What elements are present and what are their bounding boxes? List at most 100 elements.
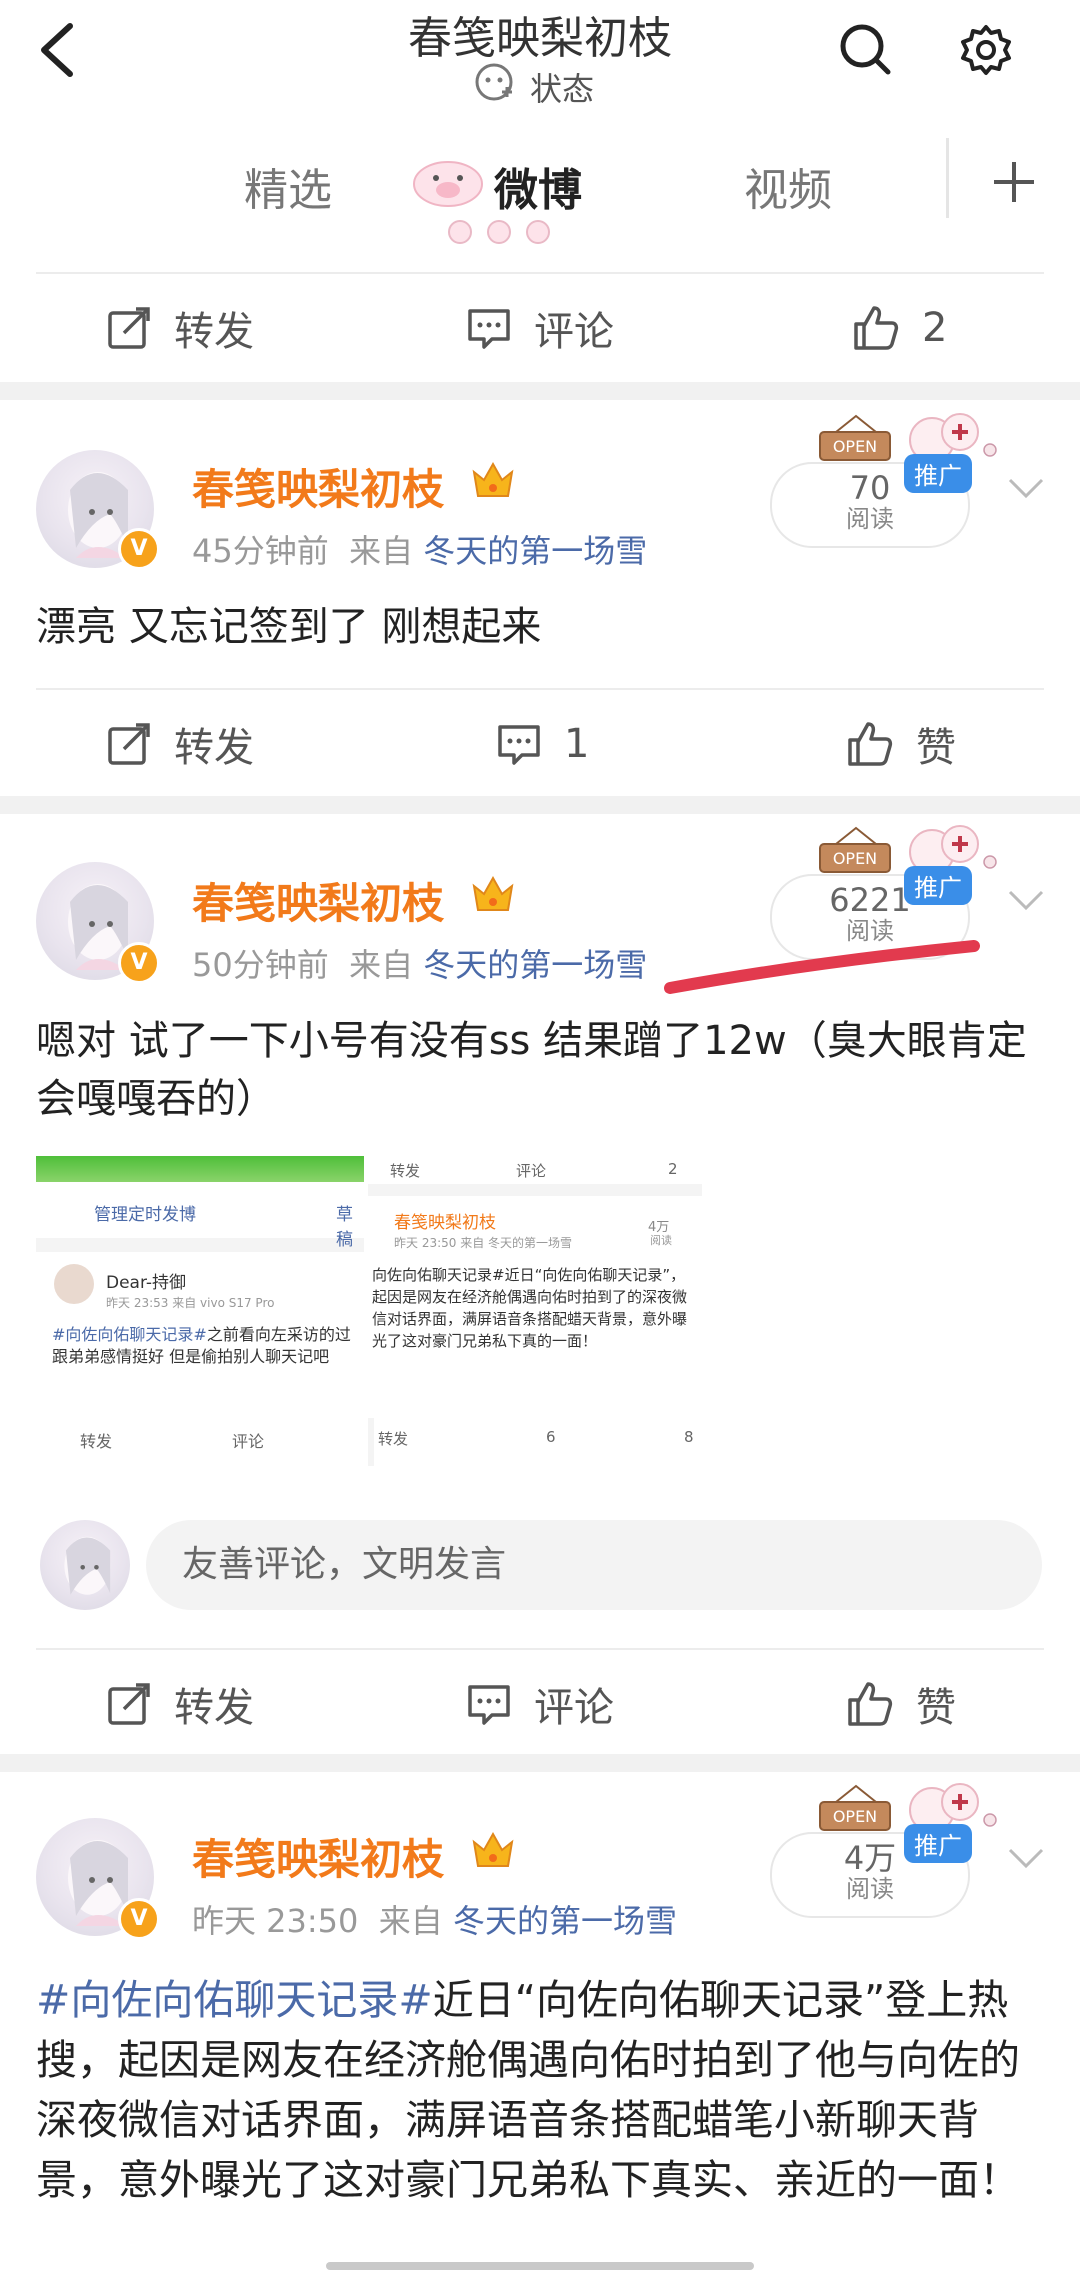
thumb-repost-2: 转发 xyxy=(378,1430,409,1448)
post-actions: 转发 评论 赞 xyxy=(0,1654,1080,1754)
post-actions-prev: 转发 评论 2 xyxy=(0,278,1080,378)
post-time: 昨天 23:50 xyxy=(192,1902,359,1940)
user-name[interactable]: 春笺映梨初枝 xyxy=(192,870,444,931)
post-image-2[interactable]: 转发 评论 2 春笺映梨初枝 昨天 23:50 来自 冬天的第一场雪 4万 阅读… xyxy=(368,1156,702,1466)
repost-label: 转发 xyxy=(174,1685,254,1731)
repost-button[interactable]: 转发 xyxy=(106,694,254,794)
thumb-top-strip xyxy=(36,1156,364,1182)
open-sign-sticker-icon: OPEN xyxy=(819,826,891,873)
like-label: 赞 xyxy=(916,1685,956,1731)
tab-featured[interactable]: 精选 xyxy=(244,154,332,218)
search-icon[interactable] xyxy=(838,22,894,78)
post-time: 50分钟前 xyxy=(192,946,329,984)
promote-badge[interactable]: 推广 xyxy=(904,454,972,493)
promote-badge[interactable]: 推广 xyxy=(904,1824,972,1863)
thumb-text: #向佐向佑聊天记录#之前看向左采访的过跟弟弟感情挺好 但是偷拍别人聊天记吧 xyxy=(52,1324,352,1368)
thumb-user-meta: 昨天 23:53 来自 vivo S17 Pro xyxy=(106,1296,275,1310)
section-separator xyxy=(0,796,1080,814)
comment-button[interactable]: 评论 xyxy=(466,278,614,378)
settings-gear-icon[interactable] xyxy=(958,22,1014,78)
thumb-name: 春笺映梨初枝 xyxy=(394,1213,496,1233)
thumb-topic: #向佐向佑聊天记录# xyxy=(52,1325,207,1344)
commenter-avatar xyxy=(40,1520,130,1610)
thumb-link-2: 草稿 xyxy=(336,1205,353,1250)
comment-input[interactable]: 友善评论，文明发言 xyxy=(146,1520,1042,1610)
post-actions: 转发 1 赞 xyxy=(0,694,1080,794)
tab-weibo[interactable]: 微博 xyxy=(494,154,582,218)
chevron-down-icon[interactable] xyxy=(1006,476,1046,502)
thumb-user: Dear-持御 xyxy=(106,1273,187,1293)
tab-indicator-dots-icon xyxy=(448,220,550,244)
thumb-comment: 评论 xyxy=(516,1162,547,1180)
thumb-bottom-row xyxy=(374,1418,702,1466)
like-button[interactable]: 赞 xyxy=(846,1654,956,1754)
post-meta: 昨天 23:50 来自 冬天的第一场雪 xyxy=(192,1896,677,1942)
post-text: 嗯对 试了一下小号有没有ss 结果蹭了12w（臭大眼肯定会嘎嘎吞的） xyxy=(36,1018,1027,1122)
repost-button[interactable]: 转发 xyxy=(106,278,254,378)
comment-count: 1 xyxy=(564,721,590,767)
repost-icon xyxy=(108,723,150,765)
repost-icon xyxy=(108,1683,150,1725)
user-name[interactable]: 春笺映梨初枝 xyxy=(192,456,444,517)
read-label: 阅读 xyxy=(846,505,894,533)
promote-badge[interactable]: 推广 xyxy=(904,866,972,905)
repost-label: 转发 xyxy=(174,309,254,355)
repost-icon xyxy=(108,307,150,349)
svg-text:OPEN: OPEN xyxy=(833,849,877,868)
comment-label: 评论 xyxy=(534,309,614,355)
status-icon[interactable] xyxy=(474,62,516,104)
user-name[interactable]: 春笺映梨初枝 xyxy=(192,1826,444,1887)
read-label: 阅读 xyxy=(846,1875,894,1903)
thumb-comment: 评论 xyxy=(232,1432,265,1451)
open-sign-sticker-icon: OPEN xyxy=(819,414,891,461)
svg-text:OPEN: OPEN xyxy=(833,437,877,456)
from-label: 来自 xyxy=(378,1902,443,1940)
divider xyxy=(36,272,1044,274)
thumb-repost: 转发 xyxy=(80,1432,113,1451)
chevron-down-icon[interactable] xyxy=(1006,1846,1046,1872)
thumb-comment-2: 6 xyxy=(546,1428,556,1446)
status-label[interactable]: 状态 xyxy=(530,64,594,110)
divider xyxy=(36,688,1044,690)
like-button[interactable]: 赞 xyxy=(846,694,956,794)
top-bar: 春笺映梨初枝 状态 xyxy=(0,0,1080,118)
open-sign-sticker-icon: OPEN xyxy=(819,1784,891,1831)
pig-sticker-icon xyxy=(413,161,483,207)
post-source[interactable]: 冬天的第一场雪 xyxy=(423,946,647,984)
verified-v-badge: V xyxy=(118,528,160,570)
comment-icon xyxy=(468,309,510,349)
repost-button[interactable]: 转发 xyxy=(106,1654,254,1754)
divider xyxy=(36,1648,1044,1650)
thumb-repost: 转发 xyxy=(390,1162,421,1180)
tab-video[interactable]: 视频 xyxy=(744,154,832,218)
like-count: 2 xyxy=(922,305,948,351)
thumb-like: 2 xyxy=(668,1160,678,1178)
post-text: #向佐向佑聊天记录#近日“向佐向佑聊天记录”登上热搜，起因是网友在经济舱偶遇向佑… xyxy=(36,1970,1046,2210)
comment-icon xyxy=(468,1685,510,1725)
post-image-1[interactable]: 管理定时发博 草稿 Dear-持御 昨天 23:53 来自 vivo S17 P… xyxy=(36,1156,364,1466)
thumb-body-text: 向佐向佑聊天记录#近日“向佐向佑聊天记录”，起因是网友在经济舱偶遇向佑时拍到了的… xyxy=(372,1266,688,1350)
thumb-reads-label: 阅读 xyxy=(650,1234,672,1247)
crown-vip-icon xyxy=(472,1831,514,1867)
post-meta: 45分钟前 来自 冬天的第一场雪 xyxy=(192,526,647,572)
post-time: 45分钟前 xyxy=(192,532,329,570)
comment-icon xyxy=(498,725,540,765)
like-label: 赞 xyxy=(916,725,956,771)
chevron-down-icon[interactable] xyxy=(1006,888,1046,914)
like-button[interactable]: 2 xyxy=(852,278,947,378)
post-meta: 50分钟前 来自 冬天的第一场雪 xyxy=(192,940,647,986)
post-source[interactable]: 冬天的第一场雪 xyxy=(423,532,647,570)
avatar-anime-icon xyxy=(64,1536,111,1595)
post-topic[interactable]: #向佐向佑聊天记录# xyxy=(36,1976,433,2024)
thumb-link: 管理定时发博 xyxy=(94,1205,196,1225)
section-separator xyxy=(0,382,1080,400)
from-label: 来自 xyxy=(349,946,414,984)
comment-button[interactable]: 评论 xyxy=(466,1654,614,1754)
comment-button[interactable]: 1 xyxy=(496,694,589,794)
thumbs-up-icon xyxy=(848,1682,893,1726)
section-separator xyxy=(0,1754,1080,1772)
add-tab-plus-icon[interactable] xyxy=(990,158,1038,206)
svg-text:OPEN: OPEN xyxy=(833,1807,877,1826)
page-title: 春笺映梨初枝 xyxy=(408,13,672,64)
post-source[interactable]: 冬天的第一场雪 xyxy=(453,1902,677,1940)
